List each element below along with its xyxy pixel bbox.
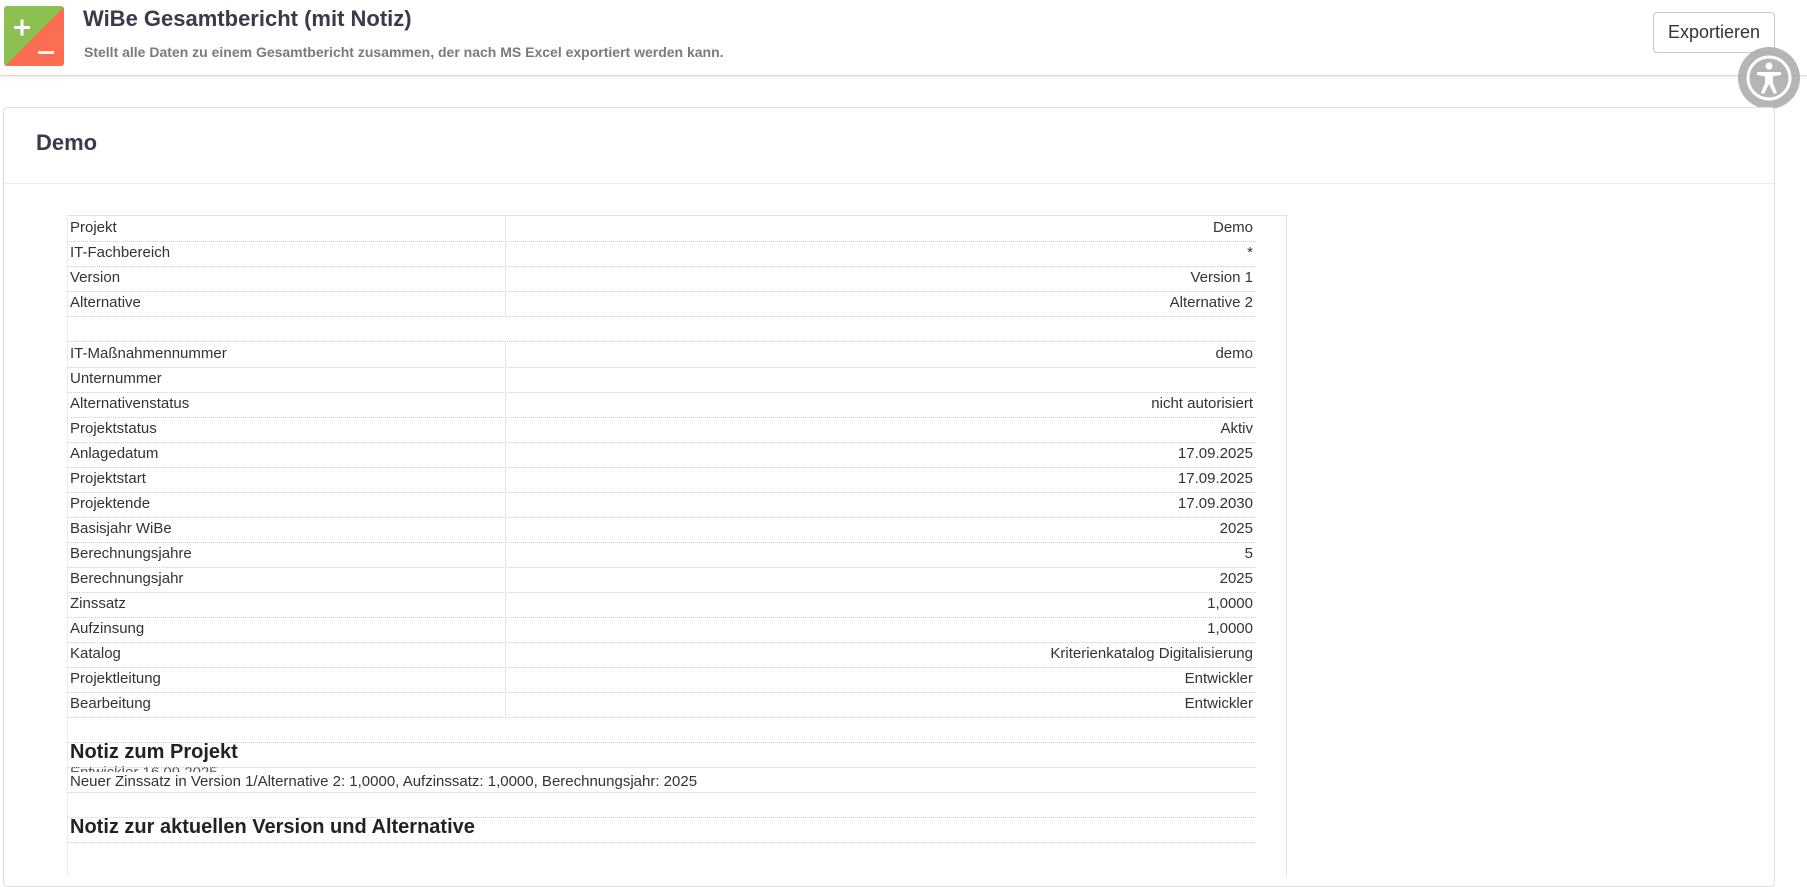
row-value: 1,0000 <box>1207 620 1253 637</box>
row-label: IT-Fachbereich <box>70 244 171 261</box>
column-divider <box>505 367 506 392</box>
column-divider <box>505 517 506 542</box>
row-value: 1,0000 <box>1207 595 1253 612</box>
row-label: Aufzinsung <box>70 620 145 637</box>
page-title: WiBe Gesamtbericht (mit Notiz) <box>83 6 412 31</box>
row-label: Berechnungsjahr <box>70 570 184 587</box>
row-value: 17.09.2030 <box>1177 495 1253 512</box>
column-divider <box>505 266 506 291</box>
row-label: Katalog <box>70 645 121 662</box>
page-subtitle: Stellt alle Daten zu einem Gesamtbericht… <box>84 44 724 60</box>
row-value: 2025 <box>1219 570 1253 587</box>
row-value: 2025 <box>1219 520 1253 537</box>
table-row: Berechnungsjahr 2025 <box>67 567 1256 593</box>
column-divider <box>505 291 506 316</box>
page-header: WiBe Gesamtbericht (mit Notiz) Stellt al… <box>0 0 1807 76</box>
column-divider <box>505 492 506 517</box>
row-divider <box>67 767 1256 768</box>
row-value: demo <box>1215 345 1253 362</box>
column-divider <box>505 342 506 367</box>
row-value: 5 <box>1244 545 1253 562</box>
column-divider <box>505 442 506 467</box>
row-label: Bearbeitung <box>70 695 151 712</box>
plus-minus-icon <box>4 6 64 66</box>
report-table: Projekt Demo IT-Fachbereich * Version Ve… <box>67 215 1287 876</box>
row-label: IT-Maßnahmennummer <box>70 345 227 362</box>
column-divider <box>505 617 506 642</box>
table-row: Bearbeitung Entwickler <box>67 692 1256 718</box>
column-divider <box>505 667 506 692</box>
row-label: Berechnungsjahre <box>70 545 192 562</box>
column-divider <box>505 216 506 241</box>
column-divider <box>505 567 506 592</box>
row-label: Projektleitung <box>70 670 161 687</box>
row-value: Entwickler <box>1184 670 1253 687</box>
column-divider <box>505 642 506 667</box>
spacer-row <box>67 742 1256 743</box>
note-project-text: Neuer Zinssatz in Version 1/Alternative … <box>70 773 698 790</box>
row-value: Kriterienkatalog Digitalisierung <box>1050 645 1253 662</box>
table-row: Katalog Kriterienkatalog Digitalisierung <box>67 642 1256 668</box>
row-label: Unternummer <box>70 370 162 387</box>
row-label: Zinssatz <box>70 595 126 612</box>
export-button[interactable]: Exportieren <box>1653 12 1775 53</box>
table-row: Alternative Alternative 2 <box>67 291 1256 317</box>
table-row: IT-Maßnahmennummer demo <box>67 342 1256 368</box>
table-row: Projektende 17.09.2030 <box>67 492 1256 518</box>
table-row: Alternativenstatus nicht autorisiert <box>67 392 1256 418</box>
table-row: Aufzinsung 1,0000 <box>67 617 1256 643</box>
accessibility-icon[interactable] <box>1738 47 1800 109</box>
row-value: Version 1 <box>1190 269 1253 286</box>
row-value: Demo <box>1212 219 1253 236</box>
row-value: Entwickler <box>1184 695 1253 712</box>
row-label: Version <box>70 269 121 286</box>
row-value: Aktiv <box>1220 420 1253 437</box>
row-value: * <box>1247 244 1253 261</box>
row-divider <box>67 842 1256 843</box>
table-row: Zinssatz 1,0000 <box>67 592 1256 618</box>
row-value: nicht autorisiert <box>1151 395 1253 412</box>
column-divider <box>505 467 506 492</box>
row-value: 17.09.2025 <box>1177 445 1253 462</box>
row-label: Projektende <box>70 495 151 512</box>
row-label: Anlagedatum <box>70 445 159 462</box>
column-divider <box>505 592 506 617</box>
panel-title: Demo <box>36 130 98 155</box>
row-label: Projektstart <box>70 470 146 487</box>
table-row: Projektleitung Entwickler <box>67 667 1256 693</box>
row-divider <box>67 792 1256 793</box>
table-row: Projektstart 17.09.2025 <box>67 467 1256 493</box>
panel-header: Demo <box>4 108 1774 184</box>
row-label: Projektstatus <box>70 420 157 437</box>
table-row: Anlagedatum 17.09.2025 <box>67 442 1256 468</box>
column-divider <box>505 692 506 717</box>
table-row: Projekt Demo <box>67 216 1256 242</box>
table-row: Basisjahr WiBe 2025 <box>67 517 1256 543</box>
column-divider <box>505 542 506 567</box>
table-row: IT-Fachbereich * <box>67 241 1256 267</box>
column-divider <box>505 392 506 417</box>
table-row: Unternummer <box>67 367 1256 393</box>
table-row: Version Version 1 <box>67 266 1256 292</box>
row-label: Alternativenstatus <box>70 395 190 412</box>
row-label: Basisjahr WiBe <box>70 520 172 537</box>
column-divider <box>505 417 506 442</box>
note-project-author: Entwickler 16.09.2025 <box>70 764 218 772</box>
table-row: Projektstatus Aktiv <box>67 417 1256 443</box>
row-value: 17.09.2025 <box>1177 470 1253 487</box>
table-row: Berechnungsjahre 5 <box>67 542 1256 568</box>
row-label: Alternative <box>70 294 141 311</box>
note-project-heading: Notiz zum Projekt <box>70 741 238 763</box>
note-version-heading: Notiz zur aktuellen Version und Alternat… <box>70 816 475 838</box>
row-value: Alternative 2 <box>1169 294 1253 311</box>
column-divider <box>505 241 506 266</box>
row-label: Projekt <box>70 219 117 236</box>
